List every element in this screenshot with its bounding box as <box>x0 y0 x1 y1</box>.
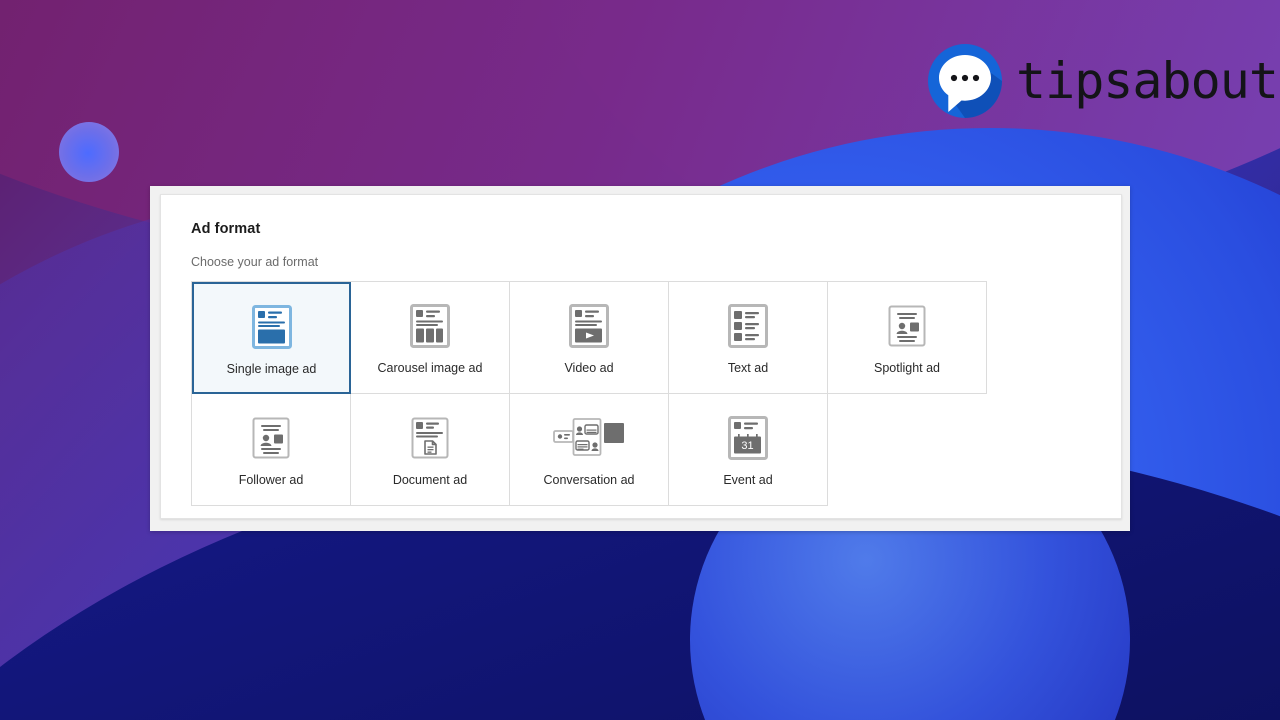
ad-format-label: Event ad <box>723 473 773 487</box>
ad-format-option-video-ad[interactable]: Video ad <box>510 282 669 394</box>
ad-format-card-frame: Ad format Choose your ad format Single i… <box>150 186 1130 531</box>
ad-format-label: Text ad <box>727 361 769 375</box>
ad-format-option-text-ad[interactable]: Text ad <box>669 282 828 394</box>
ad-format-label: Single image ad <box>226 362 317 376</box>
follower-ad-icon <box>251 411 291 465</box>
speech-bubble-dots-icon <box>928 44 1002 118</box>
ad-format-label: Carousel image ad <box>377 361 483 375</box>
brand-logo: tipsabout <box>928 44 1279 118</box>
text-ad-icon <box>728 299 768 353</box>
ad-format-option-conversation-ad[interactable]: Conversation ad <box>510 394 669 506</box>
page-root: tipsabout Ad format Choose your ad forma… <box>0 0 1280 720</box>
svg-text:31: 31 <box>741 440 753 452</box>
ad-format-label: Follower ad <box>238 473 304 487</box>
ad-format-grid-empty-cell <box>828 394 987 506</box>
ad-format-label: Document ad <box>392 473 468 487</box>
ad-format-grid: Single image ad Carousel image ad Video … <box>191 281 987 506</box>
document-ad-icon <box>410 411 450 465</box>
event-ad-icon: 31 <box>728 411 768 465</box>
carousel-image-ad-icon <box>410 299 450 353</box>
ad-format-label: Spotlight ad <box>873 361 941 375</box>
background-small-sphere-shape <box>59 122 119 182</box>
ad-format-option-follower-ad[interactable]: Follower ad <box>192 394 351 506</box>
page-title: Ad format <box>191 221 261 237</box>
video-ad-icon <box>569 299 609 353</box>
card-subtitle: Choose your ad format <box>191 255 319 269</box>
ad-format-option-carousel-image-ad[interactable]: Carousel image ad <box>351 282 510 394</box>
ad-format-label: Video ad <box>564 361 614 375</box>
conversation-ad-icon <box>553 411 625 465</box>
ad-format-card: Ad format Choose your ad format Single i… <box>160 194 1122 519</box>
brand-name: tipsabout <box>1016 52 1279 110</box>
ad-format-option-document-ad[interactable]: Document ad <box>351 394 510 506</box>
spotlight-ad-icon <box>887 299 927 353</box>
ad-format-option-spotlight-ad[interactable]: Spotlight ad <box>828 282 987 394</box>
single-image-ad-icon <box>251 300 292 354</box>
ad-format-option-event-ad[interactable]: 31 Event ad <box>669 394 828 506</box>
ad-format-label: Conversation ad <box>543 473 635 487</box>
ad-format-option-single-image-ad[interactable]: Single image ad <box>192 282 351 394</box>
